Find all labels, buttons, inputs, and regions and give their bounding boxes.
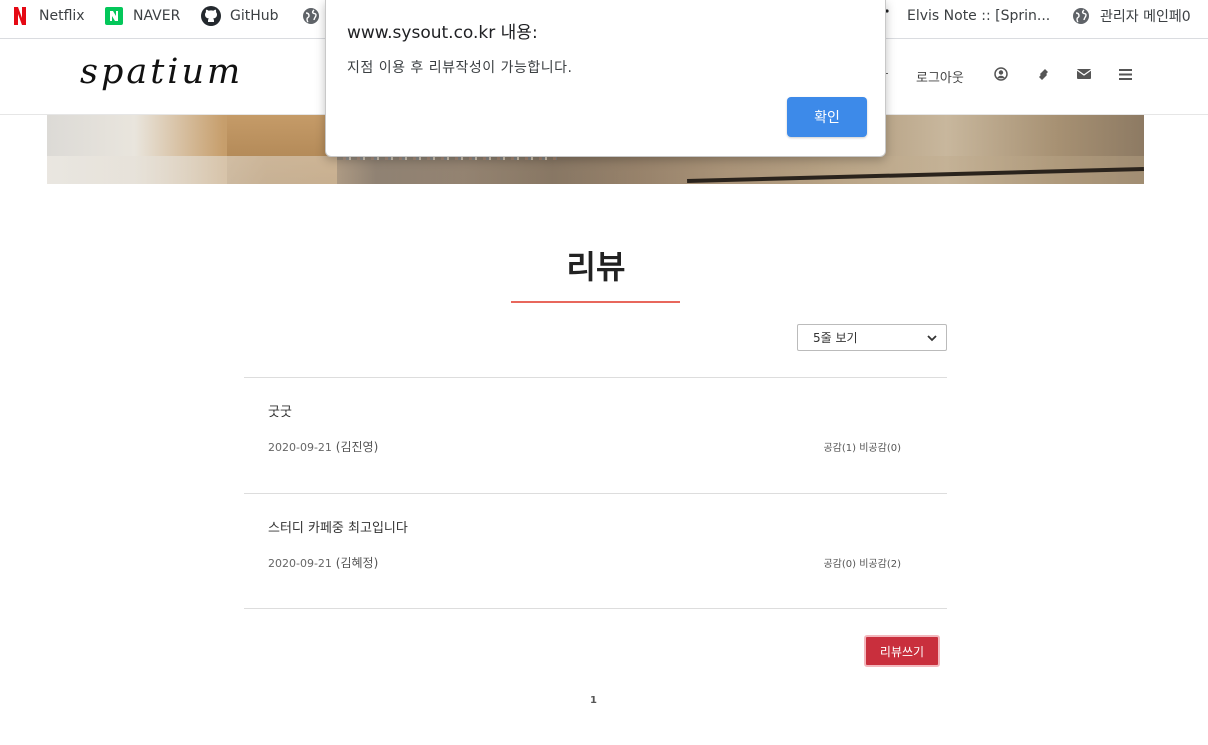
review-meta: 2020-09-21 (김진영) [268, 438, 378, 455]
bookmark-github-label: GitHub [230, 8, 279, 24]
review-votes: 공감(1) 비공감(0) [823, 443, 901, 454]
site-logo[interactable]: spatium [80, 52, 243, 92]
globe-icon [301, 6, 321, 26]
bookmark-naver[interactable]: NAVER [104, 0, 180, 32]
menu-icon[interactable] [1117, 66, 1133, 82]
dialog-origin: www.sysout.co.kr 내용: [347, 23, 538, 43]
logout-link[interactable]: 로그아웃 [916, 67, 964, 86]
review-meta: 2020-09-21 (김혜정) [268, 554, 378, 571]
dialog-message: 지점 이용 후 리뷰작성이 가능합니다. [347, 60, 573, 76]
bookmark-elvis-note[interactable]: Elvis Note :: [Sprin... [880, 0, 1050, 32]
bookmark-elvis-label: Elvis Note :: [Sprin... [907, 8, 1051, 24]
naver-icon [104, 6, 124, 26]
globe-icon [1071, 6, 1091, 26]
review-date: 2020-09-21 [268, 441, 332, 454]
review-list: 굿굿 2020-09-21 (김진영) 공감(1) 비공감(0) 스터디 카페중… [244, 377, 947, 609]
review-item[interactable]: 굿굿 2020-09-21 (김진영) 공감(1) 비공감(0) [244, 377, 947, 493]
bookmark-admin[interactable]: 관리자 메인페0 [1071, 0, 1191, 32]
dialog-ok-button[interactable]: 확인 [787, 97, 867, 137]
chevron-down-icon [926, 332, 938, 344]
page-title: 리뷰 [566, 248, 626, 286]
netflix-icon [10, 6, 30, 26]
github-icon [201, 6, 221, 26]
bookmark-admin-label: 관리자 메인페0 [1100, 9, 1191, 25]
review-author: (김진영) [335, 440, 379, 454]
review-title[interactable]: 굿굿 [268, 401, 292, 420]
bookmark-naver-label: NAVER [133, 8, 181, 24]
rows-per-page-value: 5줄 보기 [813, 331, 858, 345]
review-date: 2020-09-21 [268, 557, 332, 570]
alert-dialog: www.sysout.co.kr 내용: 지점 이용 후 리뷰작성이 가능합니다… [325, 0, 886, 157]
review-title[interactable]: 스터디 카페중 최고입니다 [268, 517, 408, 536]
user-circle-icon[interactable] [993, 66, 1009, 82]
review-item[interactable]: 스터디 카페중 최고입니다 2020-09-21 (김혜정) 공감(0) 비공감… [244, 493, 947, 609]
bookmark-netflix-label: Netflix [39, 8, 85, 24]
rows-per-page-select[interactable]: 5줄 보기 [797, 324, 947, 351]
review-author: (김혜정) [335, 556, 379, 570]
ticket-icon[interactable] [1035, 66, 1051, 82]
bookmark-netflix[interactable]: Netflix [10, 0, 85, 32]
title-underline [511, 301, 680, 303]
write-review-button[interactable]: 리뷰쓰기 [864, 635, 940, 667]
envelope-icon[interactable] [1076, 66, 1092, 82]
hero-floor [47, 156, 1144, 184]
pagination-page-1[interactable]: 1 [590, 695, 597, 706]
review-votes: 공감(0) 비공감(2) [823, 559, 901, 570]
bookmark-github[interactable]: GitHub [201, 0, 279, 32]
